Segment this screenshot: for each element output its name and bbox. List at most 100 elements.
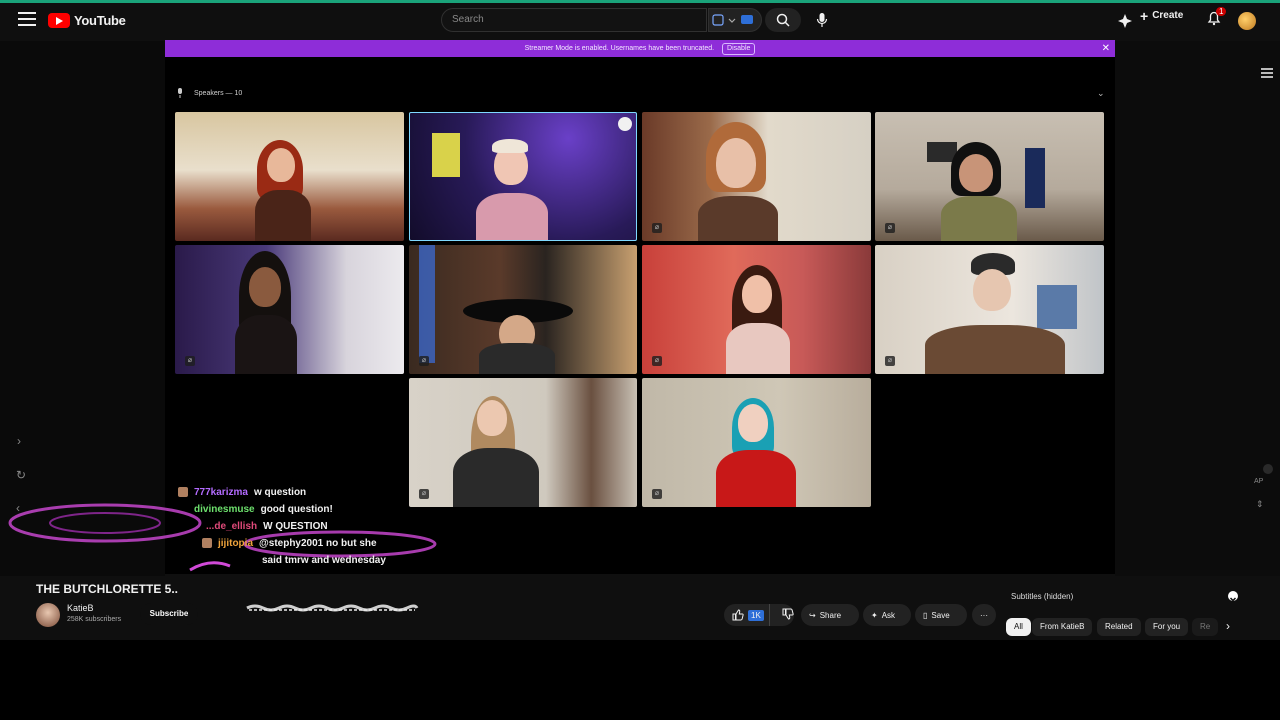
speaker-tile-1[interactable] (175, 112, 404, 241)
disable-button[interactable]: Disable (722, 43, 756, 55)
microphone-icon (178, 88, 182, 98)
subtitles-label: Subtitles (hidden) (1011, 592, 1074, 601)
ask-label: Ask (881, 610, 896, 620)
channel-avatar[interactable] (36, 603, 60, 627)
expand-subtitles-icon[interactable] (1228, 591, 1238, 602)
more-icon: ··· (980, 610, 988, 620)
bottom-letterbox (0, 640, 1280, 720)
chat-message: 777karizma w question (178, 484, 458, 501)
speaker-tile-8[interactable]: ⌀ (875, 245, 1104, 374)
chat-text: good question! (260, 504, 333, 515)
channel-name[interactable]: KatieB (67, 603, 94, 613)
bookmark-icon: ▯ (923, 610, 928, 620)
chip-from-channel[interactable]: From KatieB (1032, 618, 1093, 636)
chevron-left-icon[interactable]: ‹ (16, 501, 20, 515)
save-button[interactable]: ▯ Save (915, 604, 967, 626)
status-dot (1263, 464, 1273, 474)
chat-message-continued: said tmrw and wednesday (178, 552, 458, 569)
play-logo-icon (48, 12, 70, 28)
dislike-button[interactable] (774, 608, 794, 622)
logo-text: YouTube (74, 12, 126, 28)
thumbs-up-icon (732, 609, 744, 621)
speakers-label: Speakers — 10 (194, 89, 243, 97)
microphone-icon (816, 13, 828, 27)
keyboard-icon (712, 14, 753, 26)
ai-sparkle-button[interactable] (1118, 14, 1132, 33)
muted-mic-icon: ⌀ (652, 356, 662, 366)
sparkle-icon (1118, 14, 1132, 28)
close-icon[interactable]: ✕ (1102, 43, 1110, 54)
search-input[interactable]: Search (441, 8, 707, 32)
muted-mic-icon: ⌀ (652, 223, 662, 233)
chat-avatar (202, 538, 212, 548)
video-title: THE BUTCHLORETTE 5.. (36, 582, 179, 596)
create-label: Create (1152, 10, 1184, 21)
pin-icon[interactable] (618, 117, 632, 131)
sparkle-icon: ✦ (871, 610, 878, 620)
streamer-mode-banner: Streamer Mode is enabled. Usernames have… (165, 40, 1115, 57)
chat-message: jijitopia @stephy2001 no but she (178, 535, 458, 552)
chat-avatar (178, 487, 188, 497)
thumbs-down-icon (782, 608, 794, 620)
refresh-icon[interactable]: ↻ (16, 468, 26, 482)
chat-text: @stephy2001 no but she (259, 538, 377, 549)
speaker-tile-7[interactable]: ⌀ (642, 245, 871, 374)
chat-message: divinesmuse good question! (178, 501, 458, 518)
search-tools[interactable] (708, 8, 762, 32)
banner-text: Streamer Mode is enabled. Usernames have… (524, 45, 715, 52)
menu-icon[interactable] (18, 12, 36, 26)
muted-mic-icon: ⌀ (885, 223, 895, 233)
share-label: Share (819, 610, 842, 620)
muted-mic-icon: ⌀ (652, 489, 662, 499)
like-button[interactable]: 1K (724, 604, 770, 626)
chip-related[interactable]: Related (1097, 618, 1141, 636)
muted-mic-icon: ⌀ (885, 356, 895, 366)
account-avatar[interactable] (1238, 12, 1256, 30)
speaker-tile-10[interactable]: ⌀ (642, 378, 871, 507)
share-icon: ↪ (809, 610, 816, 620)
subscriber-count: 258K subscribers (67, 616, 122, 623)
chat-username: jijitopia (218, 538, 253, 549)
chat-text: W QUESTION (263, 521, 328, 532)
expand-icon[interactable]: ⇕ (1256, 499, 1264, 510)
chip-all[interactable]: All (1006, 618, 1031, 636)
chevron-right-icon[interactable]: › (17, 434, 21, 448)
chat-username: ...de_ellish (206, 521, 258, 532)
save-label: Save (931, 610, 950, 620)
chat-menu-icon[interactable] (1261, 68, 1273, 78)
like-dislike-group: 1K (724, 604, 794, 626)
muted-mic-icon: ⌀ (419, 356, 429, 366)
speaker-tile-3[interactable]: ⌀ (642, 112, 871, 241)
subscribe-button[interactable]: Subscribe (140, 603, 198, 625)
notifications-button[interactable]: 1 (1206, 7, 1227, 28)
chip-truncated[interactable]: Re (1192, 618, 1219, 636)
speaker-tile-2-active[interactable] (409, 112, 637, 241)
ask-button[interactable]: ✦ Ask (863, 604, 911, 626)
ap-label: AP (1254, 478, 1264, 485)
plus-icon: + (1140, 7, 1149, 24)
speaker-tile-6[interactable]: ⌀ (409, 245, 637, 374)
create-button[interactable]: + Create (1140, 7, 1184, 24)
speaker-tile-4[interactable]: ⌀ (875, 112, 1104, 241)
voice-search-button[interactable] (813, 11, 831, 29)
chip-for-you[interactable]: For you (1145, 618, 1189, 636)
chat-overlay: 777karizma w question divinesmuse good q… (178, 484, 458, 569)
search-button[interactable] (765, 8, 801, 32)
chips-next-icon[interactable]: › (1226, 619, 1230, 633)
left-rail: › ↻ ‹ (0, 41, 165, 576)
muted-mic-icon: ⌀ (185, 356, 195, 366)
speakers-header: Speakers — 10 (176, 88, 242, 98)
chat-text: w question (253, 487, 307, 498)
search-icon (776, 13, 790, 27)
scribbled-out-text (246, 604, 419, 612)
more-actions-button[interactable]: ··· (972, 604, 996, 626)
chat-username: divinesmuse (194, 504, 255, 515)
chat-username: 777karizma (194, 487, 248, 498)
share-button[interactable]: ↪ Share (801, 604, 859, 626)
right-rail: AP ⇕ (1115, 41, 1280, 576)
chat-text: said tmrw and wednesday (262, 555, 386, 566)
chevron-down-icon[interactable]: ⌄ (1097, 88, 1105, 99)
like-count: 1K (748, 609, 764, 621)
speaker-tile-5[interactable]: ⌀ (175, 245, 404, 374)
youtube-logo[interactable]: YouTube (48, 10, 126, 30)
